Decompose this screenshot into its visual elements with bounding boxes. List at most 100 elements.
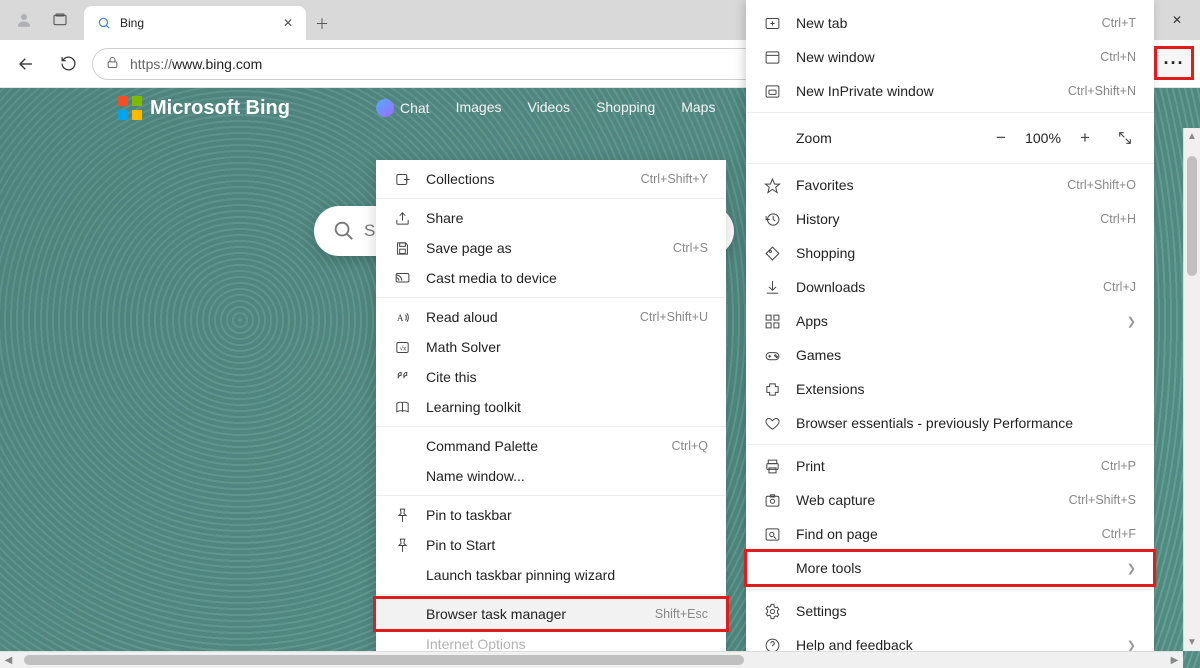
pin-icon <box>392 507 412 524</box>
menu-new-window[interactable]: New window Ctrl+N <box>746 40 1154 74</box>
tab-close-button[interactable]: ✕ <box>278 13 298 33</box>
save-icon <box>392 240 412 257</box>
submenu-cast[interactable]: Cast media to device <box>376 263 726 293</box>
submenu-launch-pin-wizard[interactable]: Launch taskbar pinning wizard <box>376 560 726 590</box>
profile-icon[interactable] <box>8 4 40 36</box>
extensions-icon <box>762 381 782 398</box>
submenu-collections[interactable]: Collections Ctrl+Shift+Y <box>376 164 726 194</box>
browser-tab[interactable]: Bing ✕ <box>84 6 306 40</box>
horizontal-scrollbar[interactable]: ◀ ▶ <box>0 651 1183 668</box>
scroll-thumb-h[interactable] <box>24 655 744 665</box>
print-icon <box>762 458 782 475</box>
back-button[interactable] <box>8 46 44 82</box>
bing-nav: Chat Images Videos Shopping Maps <box>376 99 715 117</box>
scroll-up-icon[interactable]: ▲ <box>1184 128 1200 145</box>
new-tab-icon <box>762 15 782 32</box>
bing-nav-maps[interactable]: Maps <box>681 99 715 117</box>
tab-title: Bing <box>120 16 270 30</box>
submenu-share[interactable]: Share <box>376 203 726 233</box>
workspaces-icon[interactable] <box>44 4 76 36</box>
menu-find[interactable]: Find on page Ctrl+F <box>746 517 1154 551</box>
menu-games[interactable]: Games <box>746 338 1154 372</box>
menu-shopping[interactable]: Shopping <box>746 236 1154 270</box>
share-icon <box>392 210 412 227</box>
web-capture-icon <box>762 492 782 509</box>
titlebar-left-icons <box>4 0 84 40</box>
settings-icon <box>762 603 782 620</box>
find-icon <box>762 526 782 543</box>
menu-web-capture[interactable]: Web capture Ctrl+Shift+S <box>746 483 1154 517</box>
cite-icon <box>392 369 412 386</box>
bing-nav-videos[interactable]: Videos <box>528 99 571 117</box>
inprivate-icon <box>762 83 782 100</box>
ellipsis-icon: ··· <box>1164 53 1185 74</box>
submenu-learning[interactable]: Learning toolkit <box>376 392 726 422</box>
shopping-icon <box>762 245 782 262</box>
history-icon <box>762 211 782 228</box>
search-icon <box>332 219 354 244</box>
new-tab-button[interactable]: ＋ <box>306 8 338 40</box>
submenu-math[interactable]: √x Math Solver <box>376 332 726 362</box>
submenu-command-palette[interactable]: Command Palette Ctrl+Q <box>376 431 726 461</box>
pin-icon <box>392 537 412 554</box>
menu-more-tools[interactable]: More tools ❯ <box>746 551 1154 585</box>
favorites-icon <box>762 177 782 194</box>
apps-icon <box>762 313 782 330</box>
read-aloud-icon: A <box>392 309 412 326</box>
chevron-right-icon: ❯ <box>1127 562 1136 575</box>
bing-logo[interactable]: Microsoft Bing <box>118 96 290 120</box>
bing-favicon-icon <box>96 15 112 31</box>
vertical-scrollbar[interactable]: ▲ ▼ <box>1183 128 1200 651</box>
scroll-down-icon[interactable]: ▼ <box>1184 634 1200 651</box>
fullscreen-button[interactable] <box>1108 123 1142 153</box>
more-tools-submenu: Collections Ctrl+Shift+Y Share Save page… <box>376 160 726 668</box>
heart-pulse-icon <box>762 415 782 432</box>
bing-nav-shopping[interactable]: Shopping <box>596 99 655 117</box>
scroll-thumb[interactable] <box>1187 156 1197 276</box>
bing-nav-images[interactable]: Images <box>456 99 502 117</box>
close-window-button[interactable]: ✕ <box>1154 4 1200 36</box>
submenu-pin-start[interactable]: Pin to Start <box>376 530 726 560</box>
zoom-out-button[interactable]: − <box>984 123 1018 153</box>
math-icon: √x <box>392 339 412 356</box>
scroll-left-icon[interactable]: ◀ <box>0 652 17 668</box>
submenu-cite[interactable]: Cite this <box>376 362 726 392</box>
bing-logo-text: Microsoft Bing <box>150 97 290 120</box>
zoom-value: 100% <box>1018 130 1068 146</box>
new-window-icon <box>762 49 782 66</box>
menu-extensions[interactable]: Extensions <box>746 372 1154 406</box>
menu-settings[interactable]: Settings <box>746 594 1154 628</box>
refresh-button[interactable] <box>50 46 86 82</box>
site-lock-icon[interactable] <box>105 55 120 73</box>
submenu-read-aloud[interactable]: A Read aloud Ctrl+Shift+U <box>376 302 726 332</box>
url-text: https://www.bing.com <box>130 56 262 72</box>
zoom-in-button[interactable]: + <box>1068 123 1102 153</box>
menu-print[interactable]: Print Ctrl+P <box>746 449 1154 483</box>
chat-icon <box>376 99 394 117</box>
chevron-right-icon: ❯ <box>1127 639 1136 652</box>
submenu-save-page[interactable]: Save page as Ctrl+S <box>376 233 726 263</box>
settings-and-more-button[interactable]: ··· <box>1154 46 1194 80</box>
svg-text:√x: √x <box>399 344 406 352</box>
menu-zoom: Zoom − 100% + <box>746 117 1154 159</box>
menu-apps[interactable]: Apps ❯ <box>746 304 1154 338</box>
microsoft-logo-icon <box>118 96 142 120</box>
collections-icon <box>392 171 412 188</box>
menu-essentials[interactable]: Browser essentials - previously Performa… <box>746 406 1154 440</box>
scroll-right-icon[interactable]: ▶ <box>1166 652 1183 668</box>
bing-nav-chat[interactable]: Chat <box>376 99 430 117</box>
menu-new-tab[interactable]: New tab Ctrl+T <box>746 6 1154 40</box>
menu-history[interactable]: History Ctrl+H <box>746 202 1154 236</box>
submenu-pin-taskbar[interactable]: Pin to taskbar <box>376 500 726 530</box>
submenu-name-window[interactable]: Name window... <box>376 461 726 491</box>
settings-menu: New tab Ctrl+T New window Ctrl+N New InP… <box>746 0 1154 668</box>
downloads-icon <box>762 279 782 296</box>
menu-downloads[interactable]: Downloads Ctrl+J <box>746 270 1154 304</box>
svg-text:A: A <box>396 313 403 323</box>
menu-new-inprivate[interactable]: New InPrivate window Ctrl+Shift+N <box>746 74 1154 108</box>
submenu-task-manager[interactable]: Browser task manager Shift+Esc <box>376 599 726 629</box>
learning-icon <box>392 399 412 416</box>
chevron-right-icon: ❯ <box>1127 315 1136 328</box>
games-icon <box>762 347 782 364</box>
menu-favorites[interactable]: Favorites Ctrl+Shift+O <box>746 168 1154 202</box>
